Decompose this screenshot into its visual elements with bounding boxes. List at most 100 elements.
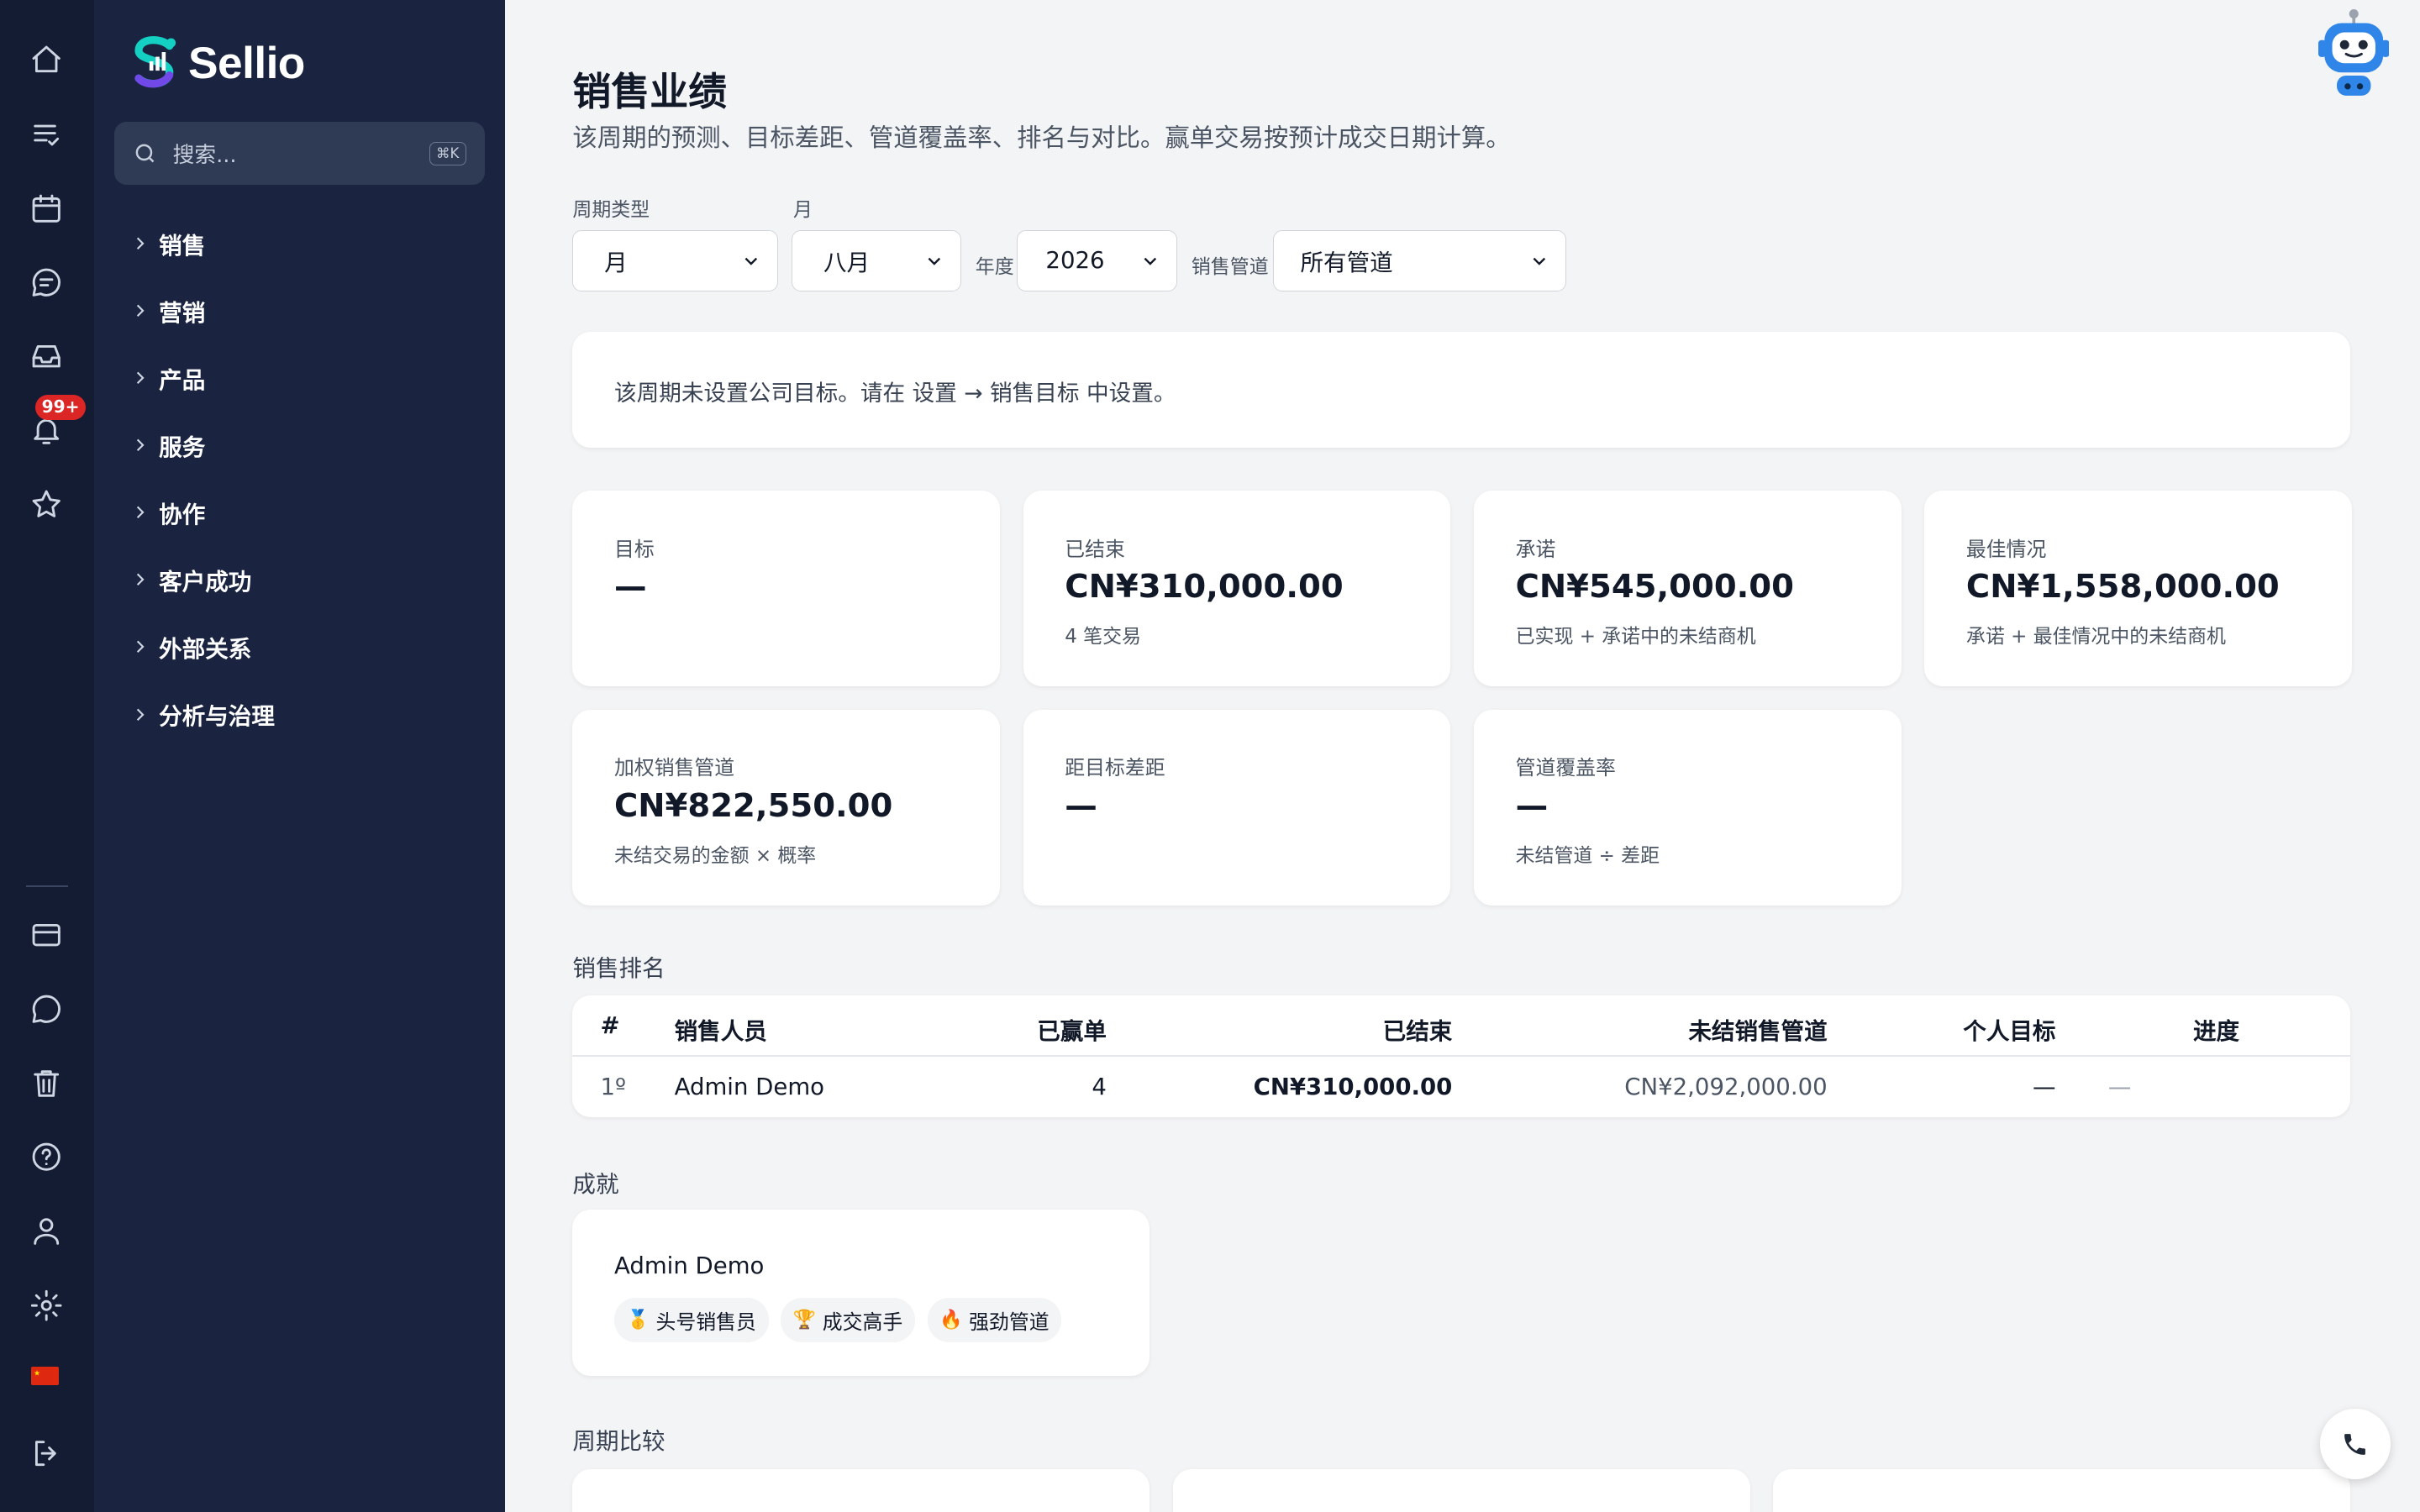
nav-item-collaboration[interactable]: 协作 [129,479,275,546]
ranking-section-title: 销售排名 [572,954,666,982]
chevron-right-icon [137,708,145,721]
kpi-label: 最佳情况 [1965,537,2047,561]
month-label: 月 [793,198,813,221]
nav-item-label: 分析与治理 [159,703,275,731]
comparison-section-title: 周期比较 [572,1428,666,1456]
nav-item-customer-success[interactable]: 客户成功 [129,546,275,613]
period-type-label: 周期类型 [572,198,650,221]
nav-item-label: 协作 [159,501,206,529]
month-select[interactable]: 八月 [792,229,962,292]
nav-item-sales[interactable]: 销售 [129,210,275,277]
pipeline-value: 所有管道 [1300,249,1393,277]
col-open-pipeline: 未结销售管道 [1688,1017,1828,1045]
nav-panel: Sellio 搜索... ⌘K 销售 营销 产品 服务 协作 客户成功 外部关系… [94,0,505,1512]
chevron-right-icon [137,574,145,586]
cell-rep: Admin Demo [674,1074,825,1101]
badge-top-seller: 🥇 头号销售员 [613,1297,769,1342]
calendar-icon[interactable] [28,190,65,227]
kpi-value: — [1065,786,1097,825]
col-rep: 销售人员 [674,1017,767,1045]
cell-progress: — [2107,1074,2132,1101]
kpi-label: 管道覆盖率 [1515,756,1616,780]
kpi-sub: 4 笔交易 [1065,626,1141,648]
cell-won: 4 [1092,1074,1107,1101]
kpi-sub: 未结管道 ÷ 差距 [1515,845,1660,868]
kpi-label: 承诺 [1515,537,1556,561]
nav-item-label: 产品 [159,366,206,394]
search-box[interactable]: 搜索... ⌘K [113,122,485,186]
kpi-value: CN¥310,000.00 [1065,567,1344,606]
kpi-card-closed: 已结束 CN¥310,000.00 4 笔交易 [1023,491,1451,687]
call-button[interactable] [2319,1408,2391,1480]
period-type-value: 月 [604,249,628,277]
task-list-icon[interactable] [28,116,65,153]
col-won: 已赢单 [1037,1017,1107,1045]
comparison-card [1773,1468,2351,1512]
search-input[interactable]: 搜索... [173,138,429,169]
message-icon[interactable] [28,990,65,1027]
trash-icon[interactable] [28,1064,65,1101]
help-icon[interactable] [28,1138,65,1175]
kpi-sub: 未结交易的金额 × 概率 [613,845,817,868]
nav-item-analytics-governance[interactable]: 分析与治理 [129,680,275,748]
nav-item-label: 外部关系 [159,636,252,664]
kpi-sub: 承诺 + 最佳情况中的未结商机 [1965,626,2226,648]
nav-item-external-relations[interactable]: 外部关系 [129,613,275,680]
sellio-logo-icon [134,36,176,88]
kpi-label: 目标 [613,537,655,561]
ai-assistant-robot-icon[interactable] [2317,9,2390,99]
no-target-notice: 该周期未设置公司目标。请在 设置 → 销售目标 中设置。 [572,331,2351,448]
achievement-user: Admin Demo [613,1252,765,1280]
col-closed: 已结束 [1382,1017,1453,1045]
home-icon[interactable] [28,42,65,79]
kpi-label: 距目标差距 [1065,756,1165,780]
inbox-icon[interactable] [28,338,65,375]
chevron-right-icon [137,641,145,654]
kpi-card-best-case: 最佳情况 CN¥1,558,000.00 承诺 + 最佳情况中的未结商机 [1924,491,2353,687]
cell-personal-target: — [2032,1074,2056,1101]
china-flag-icon[interactable] [30,1367,59,1386]
logout-icon[interactable] [28,1435,65,1472]
page-subtitle: 该周期的预测、目标差距、管道覆盖率、排名与对比。赢单交易按预计成交日期计算。 [572,123,1511,153]
star-icon[interactable] [28,486,65,523]
search-icon [135,144,155,163]
kpi-card-weighted-pipeline: 加权销售管道 CN¥822,550.00 未结交易的金额 × 概率 [572,709,1001,906]
kpi-sub: 已实现 + 承诺中的未结商机 [1515,626,1756,648]
table-header-divider [572,1055,2351,1058]
badge-list: 🥇 头号销售员 🏆 成交高手 🔥 强劲管道 [613,1297,1062,1342]
notice-text: 该周期未设置公司目标。请在 设置 → 销售目标 中设置。 [613,381,1176,407]
chevron-right-icon [137,438,145,452]
nav-menu: 销售 营销 产品 服务 协作 客户成功 外部关系 分析与治理 [129,210,275,748]
rail-divider [26,885,68,888]
nav-item-service[interactable]: 服务 [129,412,275,479]
chat-icon[interactable] [28,264,65,301]
kpi-value: CN¥545,000.00 [1515,567,1794,606]
page-title: 销售业绩 [572,69,728,115]
nav-item-label: 客户成功 [159,569,252,596]
kpi-value: CN¥822,550.00 [613,786,893,825]
medal-icon: 🥇 [626,1309,650,1331]
period-type-select[interactable]: 月 [572,229,778,292]
chevron-right-icon [137,371,145,385]
nav-item-label: 服务 [159,434,206,462]
col-progress: 进度 [2192,1017,2240,1045]
badge-label: 强劲管道 [969,1310,1050,1334]
notification-badge: 99+ [35,395,86,420]
logo[interactable]: Sellio [129,34,305,92]
nav-item-products[interactable]: 产品 [129,344,275,412]
badge-strong-pipeline: 🔥 强劲管道 [927,1297,1062,1342]
nav-item-marketing[interactable]: 营销 [129,277,275,344]
year-label: 年度 [975,255,1014,278]
badge-label: 头号销售员 [655,1310,756,1334]
trophy-icon: 🏆 [792,1309,817,1331]
pipeline-select[interactable]: 所有管道 [1273,229,1567,292]
user-icon[interactable] [28,1213,65,1250]
ranking-table: # 销售人员 已赢单 已结束 未结销售管道 个人目标 进度 1º Admin D… [572,995,2351,1117]
chevron-right-icon [137,304,145,318]
kpi-value: — [613,567,647,606]
settings-icon[interactable] [28,1287,65,1324]
achievements-section-title: 成就 [572,1170,619,1198]
credit-card-icon[interactable] [28,916,65,953]
year-select[interactable]: 2026 [1017,229,1178,292]
comparison-card [1172,1468,1750,1512]
